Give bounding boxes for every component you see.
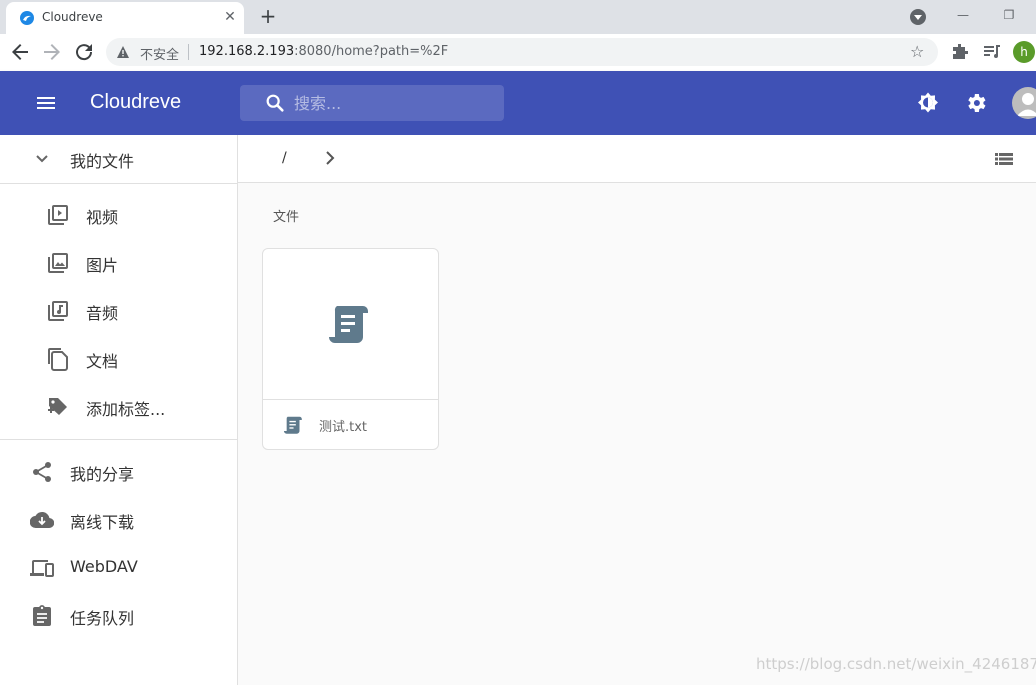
sidebar-divider [0, 183, 237, 184]
sidebar-item-offline-download[interactable]: 离线下载 [0, 496, 237, 544]
sidebar-item-label: 视频 [86, 208, 119, 227]
url-path: :8080/home?path=%2F [294, 44, 449, 59]
share-icon [33, 462, 51, 482]
sidebar-item-label: 离线下载 [70, 513, 135, 532]
file-card[interactable]: 测试.txt [262, 248, 439, 450]
settings-gear-icon[interactable] [964, 91, 988, 115]
search-box[interactable] [240, 85, 504, 121]
sidebar-item-share[interactable]: 我的分享 [0, 448, 237, 496]
sidebar-item-add-tag[interactable]: 添加标签... [0, 383, 237, 431]
section-title-files: 文件 [273, 210, 300, 225]
sidebar-item-label: 添加标签... [86, 400, 166, 419]
path-navigator: / [238, 135, 1036, 183]
forward-icon[interactable] [40, 40, 64, 64]
photo-library-icon [48, 253, 68, 273]
back-icon[interactable] [8, 40, 32, 64]
minimize-button[interactable]: — [948, 4, 978, 26]
devices-icon [30, 560, 54, 577]
restore-button[interactable]: ❐ [994, 4, 1024, 26]
url-host: 192.168.2.193 [199, 44, 295, 59]
app-title[interactable]: Cloudreve [90, 91, 181, 114]
app-bar: Cloudreve [0, 71, 1036, 135]
sidebar-item-label: 图片 [86, 256, 119, 275]
sidebar-item-label: 我的分享 [70, 465, 135, 484]
file-info[interactable]: 测试.txt [263, 399, 438, 449]
search-input[interactable] [294, 85, 494, 121]
address-bar[interactable]: 不安全 192.168.2.193:8080/home?path=%2F ☆ [106, 38, 938, 66]
user-avatar-icon [1017, 93, 1036, 116]
sidebar-item-label: 文档 [86, 352, 119, 371]
assignment-icon [33, 605, 51, 626]
breadcrumb-root[interactable]: / [282, 150, 287, 166]
user-avatar[interactable] [1012, 87, 1036, 119]
chevron-down-icon[interactable] [30, 147, 54, 171]
watermark-text: https://blog.csdn.net/weixin_42461876 [756, 655, 1036, 673]
tab-close-icon[interactable]: ✕ [221, 8, 239, 26]
search-icon [266, 94, 284, 112]
add-tag-icon [48, 398, 67, 415]
file-preview[interactable] [263, 249, 438, 399]
bookmark-star-icon[interactable]: ☆ [910, 43, 924, 61]
video-library-icon [48, 205, 68, 225]
file-text-icon [283, 416, 302, 434]
media-control-icon[interactable] [982, 41, 1002, 63]
sidebar-item-documents[interactable]: 文档 [0, 335, 237, 383]
sidebar-item-tasks[interactable]: 任务队列 [0, 592, 237, 640]
address-separator [188, 44, 189, 60]
cloud-download-icon [30, 511, 54, 529]
theme-toggle-icon[interactable] [916, 91, 940, 115]
reload-icon[interactable] [72, 40, 96, 64]
sidebar-item-images[interactable]: 图片 [0, 239, 237, 287]
extensions-icon[interactable] [950, 41, 970, 63]
insecure-label[interactable]: 不安全 [140, 44, 179, 63]
cloudreve-favicon-icon [20, 11, 34, 25]
new-tab-button[interactable]: + [258, 5, 278, 27]
sidebar-divider [0, 439, 237, 440]
browser-tab[interactable]: Cloudreve ✕ [6, 2, 244, 34]
sidebar-item-video[interactable]: 视频 [0, 191, 237, 239]
chevron-right-icon[interactable] [318, 146, 342, 170]
list-view-icon[interactable] [994, 149, 1014, 169]
profile-avatar[interactable]: h [1013, 41, 1035, 63]
tab-title: Cloudreve [42, 10, 103, 24]
tab-search-icon[interactable] [910, 9, 926, 25]
sidebar-item-audio[interactable]: 音频 [0, 287, 237, 335]
sidebar: 我的文件 视频 图片 音频 文档 添加标签... 我的分享 离线下载 WebDA… [0, 135, 238, 685]
main-content: / 文件 测试.txt https://blog.csdn.net/weixin… [238, 135, 1036, 685]
music-library-icon [48, 301, 68, 321]
sidebar-item-label: 我的文件 [70, 152, 135, 171]
warning-icon [117, 46, 129, 58]
file-text-icon [329, 306, 368, 343]
url-text[interactable]: 192.168.2.193:8080/home?path=%2F [199, 44, 448, 59]
menu-icon[interactable] [34, 91, 58, 115]
sidebar-item-webdav[interactable]: WebDAV [0, 544, 237, 592]
documents-icon [48, 348, 68, 371]
sidebar-item-label: 音频 [86, 304, 119, 323]
browser-toolbar: 不安全 192.168.2.193:8080/home?path=%2F ☆ h [0, 34, 1036, 71]
sidebar-item-label: WebDAV [70, 557, 138, 576]
browser-tabstrip: Cloudreve ✕ + — ❐ [0, 0, 1036, 34]
file-name: 测试.txt [319, 420, 368, 435]
sidebar-item-label: 任务队列 [70, 609, 135, 628]
sidebar-item-my-files[interactable]: 我的文件 [0, 135, 237, 183]
